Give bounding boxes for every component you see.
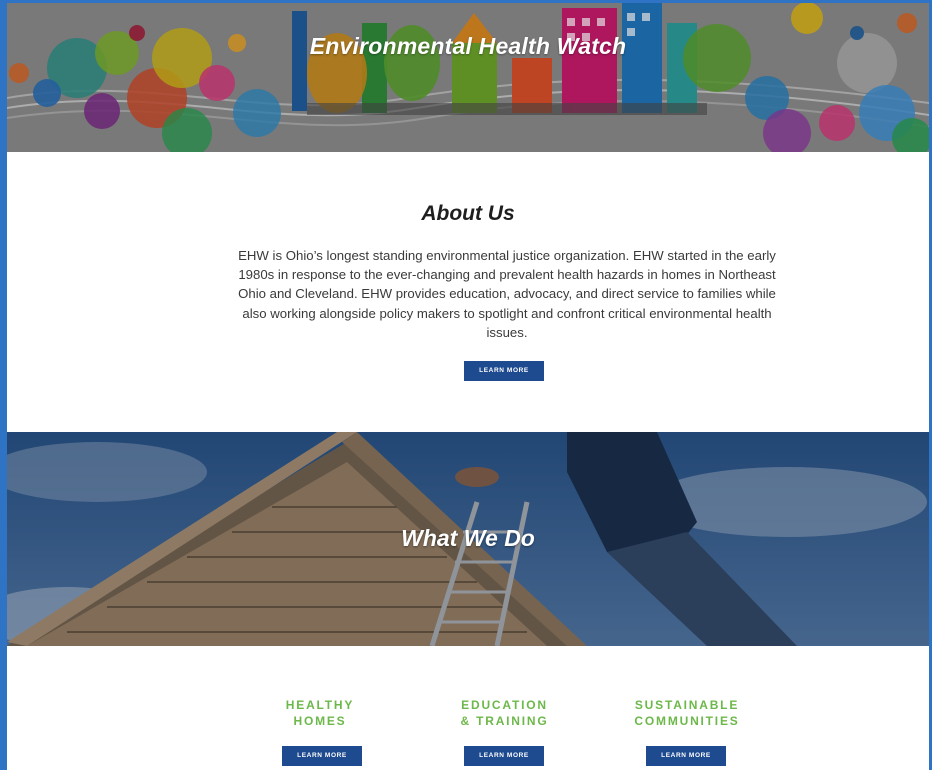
healthy-homes-learn-more-button[interactable]: LEARN MORE [282,746,362,766]
service-title-healthy-homes: HEALTHY HOMES [285,698,355,728]
site-title: Environmental Health Watch [309,33,627,59]
hero-illustration [7,3,929,152]
about-body: EHW is Ohio’s longest standing environme… [238,248,776,340]
about-heading: About Us [421,202,515,225]
services-section: HEALTHY HOMES LEARN MORE EDUCATION & TRA… [7,646,929,770]
what-we-do-heading: What We Do [401,525,535,551]
hero-banner: Environmental Health Watch [7,3,929,152]
about-learn-more-button[interactable]: LEARN MORE [464,361,544,381]
service-title-education-training: EDUCATION & TRAINING [460,698,549,728]
service-title-sustainable-communities: SUSTAINABLE COMMUNITIES [634,698,740,728]
sustainable-communities-learn-more-button[interactable]: LEARN MORE [646,746,726,766]
what-we-do-banner: What We Do [7,432,929,646]
education-training-learn-more-button[interactable]: LEARN MORE [464,746,544,766]
about-section: About Us EHW is Ohio’s longest standing … [7,152,929,432]
